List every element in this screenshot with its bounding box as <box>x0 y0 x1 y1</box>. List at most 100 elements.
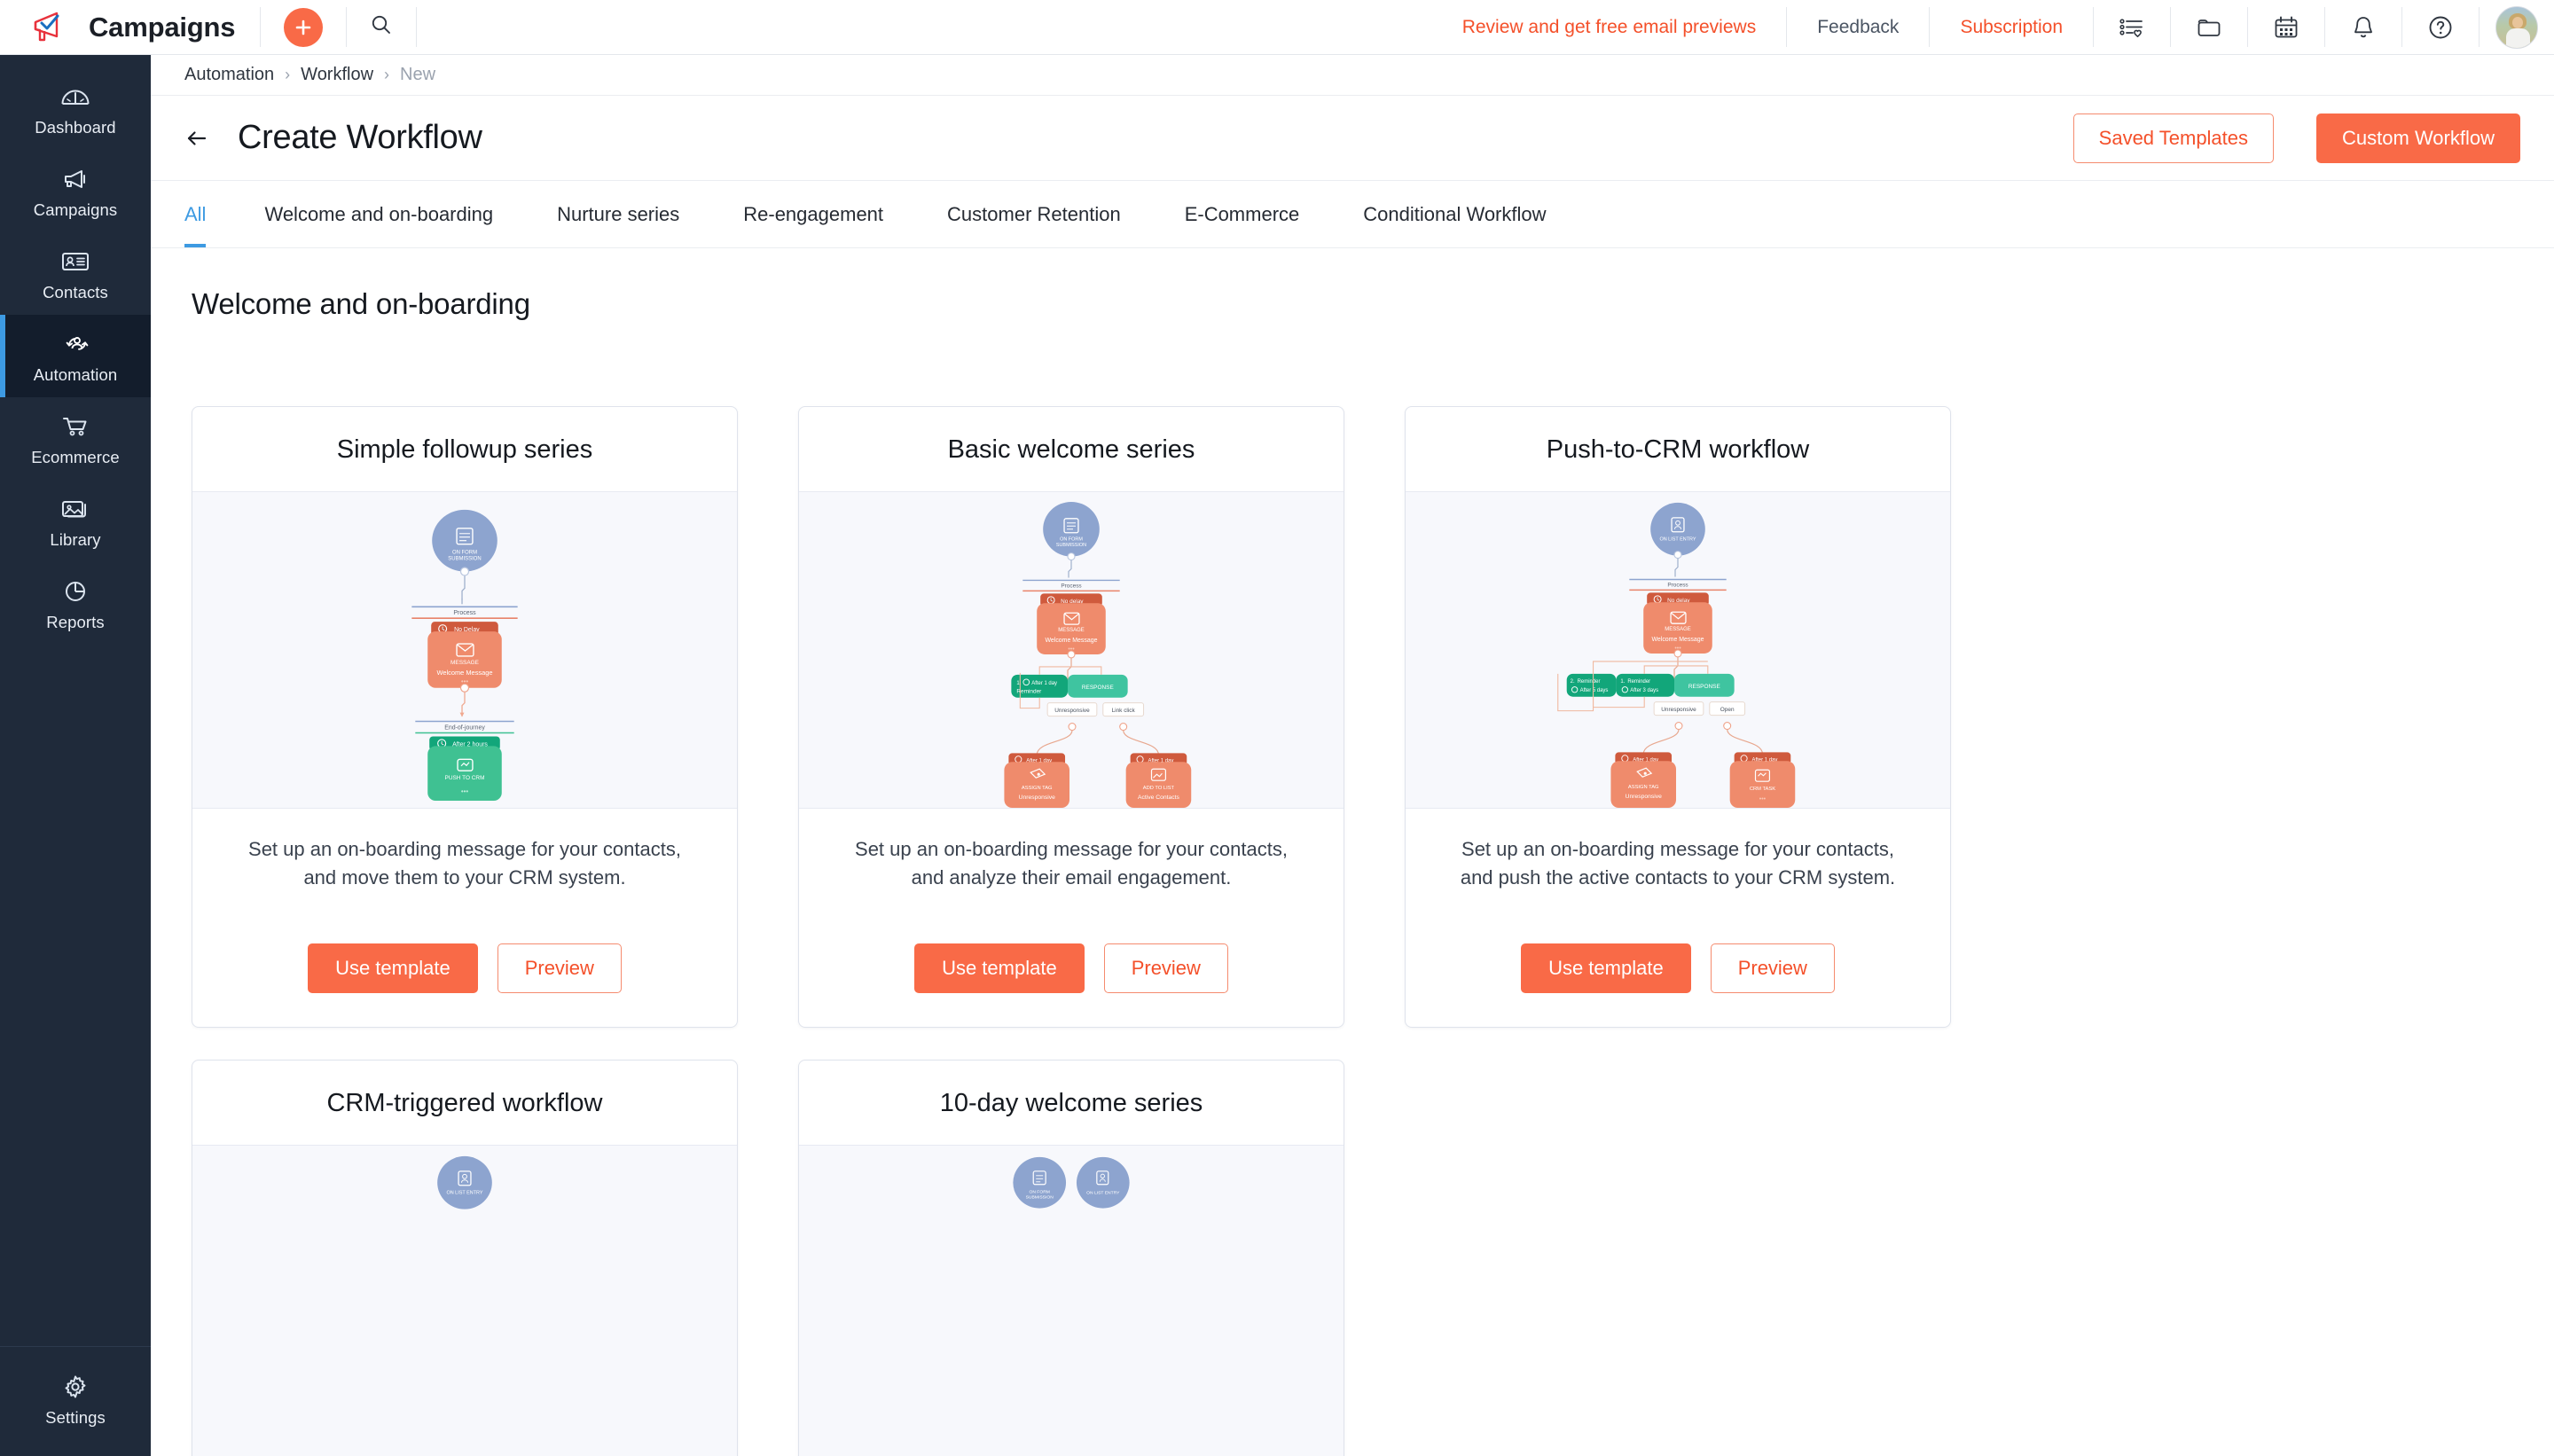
template-card-actions: Use template Preview <box>1406 926 1950 1027</box>
brand[interactable]: Campaigns <box>0 0 260 54</box>
pie-chart-icon <box>60 576 90 607</box>
template-card-title: Basic welcome series <box>799 407 1344 491</box>
template-card-description: Set up an on-boarding message for your c… <box>799 809 1344 926</box>
template-card-title: CRM-triggered workflow <box>192 1061 737 1145</box>
svg-text:Unresponsive: Unresponsive <box>1661 707 1696 713</box>
preview-button[interactable]: Preview <box>497 943 622 993</box>
main-content: Automation › Workflow › New Create Workf… <box>151 55 2554 1456</box>
sidebar-item-library[interactable]: Library <box>0 480 151 562</box>
megaphone-logo-icon <box>30 10 71 45</box>
tab-e-commerce[interactable]: E-Commerce <box>1153 181 1332 247</box>
template-card[interactable]: CRM-triggered workflow ON LIST ENTRY <box>192 1060 738 1456</box>
sidebar-item-contacts[interactable]: Contacts <box>0 232 151 315</box>
svg-text:RESPONSE: RESPONSE <box>1082 685 1115 691</box>
svg-text:After 3 days: After 3 days <box>1630 688 1658 693</box>
megaphone-icon <box>60 164 90 194</box>
template-card-actions: Use template Preview <box>192 926 737 1027</box>
svg-text:Open: Open <box>1720 707 1735 713</box>
svg-text:ON FORM: ON FORM <box>1029 1190 1049 1195</box>
workflow-diagram-preview: ON FORM SUBMISSION Process <box>192 491 737 809</box>
plus-icon[interactable] <box>284 8 323 47</box>
svg-text:ASSIGN TAG: ASSIGN TAG <box>1628 785 1659 790</box>
favorites-list-icon[interactable] <box>2094 0 2170 54</box>
sidebar-item-ecommerce[interactable]: Ecommerce <box>0 397 151 480</box>
automation-icon <box>60 329 90 359</box>
search-icon[interactable] <box>370 13 393 41</box>
template-card[interactable]: Push-to-CRM workflow ON LIST ENTRY <box>1405 406 1951 1028</box>
bell-icon[interactable] <box>2325 0 2401 54</box>
template-card-grid: Simple followup series ON FORM SUBMISSIO… <box>184 321 2520 1456</box>
template-card[interactable]: 10-day welcome series ON FORM SUBMISSION <box>798 1060 1344 1456</box>
template-card-description: Set up an on-boarding message for your c… <box>192 809 737 926</box>
gear-icon <box>62 1372 89 1402</box>
svg-text:ADD TO LIST: ADD TO LIST <box>1143 786 1175 791</box>
svg-text:ON LIST ENTRY: ON LIST ENTRY <box>1659 537 1696 543</box>
svg-text:Process: Process <box>1061 583 1081 589</box>
svg-text:RESPONSE: RESPONSE <box>1688 684 1721 690</box>
template-card-actions: Use template Preview <box>799 926 1344 1027</box>
search-button[interactable] <box>347 0 416 54</box>
subscription-link[interactable]: Subscription <box>1930 0 2093 54</box>
template-card-description: Set up an on-boarding message for your c… <box>1406 809 1950 926</box>
help-icon[interactable] <box>2402 0 2479 54</box>
sidebar-item-settings[interactable]: Settings <box>0 1358 151 1440</box>
use-template-button[interactable]: Use template <box>308 943 478 993</box>
svg-text:ON LIST ENTRY: ON LIST ENTRY <box>446 1191 482 1196</box>
calendar-icon[interactable] <box>2248 0 2324 54</box>
svg-text:ON FORM: ON FORM <box>452 551 477 556</box>
svg-text:Process: Process <box>1667 582 1688 588</box>
avatar-image <box>2495 6 2538 49</box>
feedback-link[interactable]: Feedback <box>1787 0 1929 54</box>
breadcrumb-item-new: New <box>400 65 435 85</box>
sidebar-item-reports[interactable]: Reports <box>0 562 151 645</box>
template-card[interactable]: Simple followup series ON FORM SUBMISSIO… <box>192 406 738 1028</box>
svg-text:Unresponsive: Unresponsive <box>1054 708 1090 714</box>
tab-customer-retention[interactable]: Customer Retention <box>915 181 1153 247</box>
top-header: Campaigns Review and get free email prev… <box>0 0 2554 55</box>
section-title: Welcome and on-boarding <box>184 248 2520 321</box>
use-template-button[interactable]: Use template <box>914 943 1085 993</box>
svg-text:ON LIST ENTRY: ON LIST ENTRY <box>1086 1191 1120 1196</box>
breadcrumb-item-automation[interactable]: Automation <box>184 65 274 85</box>
sidebar-item-label: Settings <box>45 1408 106 1428</box>
workflow-diagram-preview: ON LIST ENTRY <box>192 1145 737 1456</box>
tab-re-engagement[interactable]: Re-engagement <box>711 181 915 247</box>
svg-text:Reminder: Reminder <box>1578 679 1601 685</box>
preview-button[interactable]: Preview <box>1711 943 1835 993</box>
svg-text:Active Contacts: Active Contacts <box>1138 795 1180 801</box>
preview-button[interactable]: Preview <box>1104 943 1228 993</box>
template-card-title: Simple followup series <box>192 407 737 491</box>
svg-text:MESSAGE: MESSAGE <box>450 660 480 666</box>
svg-text:CRM TASK: CRM TASK <box>1750 787 1775 792</box>
svg-text:Unresponsive: Unresponsive <box>1626 794 1663 800</box>
custom-workflow-button[interactable]: Custom Workflow <box>2316 114 2520 163</box>
svg-text:After 5 days: After 5 days <box>1580 688 1609 693</box>
avatar[interactable] <box>2480 0 2554 54</box>
sidebar-item-label: Ecommerce <box>31 448 120 467</box>
svg-text:After 1 day: After 1 day <box>1031 681 1057 686</box>
arrow-left-icon[interactable] <box>177 119 216 158</box>
contact-card-icon <box>60 247 90 277</box>
tab-nurture-series[interactable]: Nurture series <box>525 181 711 247</box>
breadcrumb-item-workflow[interactable]: Workflow <box>301 65 373 85</box>
sidebar-item-label: Campaigns <box>34 200 117 220</box>
use-template-button[interactable]: Use template <box>1521 943 1691 993</box>
saved-templates-button[interactable]: Saved Templates <box>2073 114 2274 163</box>
svg-text:ASSIGN TAG: ASSIGN TAG <box>1022 786 1053 791</box>
sidebar-item-automation[interactable]: Automation <box>0 315 151 397</box>
sidebar-item-dashboard[interactable]: Dashboard <box>0 67 151 150</box>
workflow-diagram-preview: ON LIST ENTRY Process No delay <box>1406 491 1950 809</box>
svg-text:MESSAGE: MESSAGE <box>1665 627 1690 632</box>
svg-text:MESSAGE: MESSAGE <box>1058 628 1084 633</box>
email-preview-promo-link[interactable]: Review and get free email previews <box>1432 0 1787 54</box>
svg-text:Welcome Message: Welcome Message <box>1046 638 1098 644</box>
folder-icon[interactable] <box>2171 0 2247 54</box>
add-button[interactable] <box>261 0 346 54</box>
breadcrumb-separator: › <box>384 66 389 84</box>
tab-conditional-workflow[interactable]: Conditional Workflow <box>1331 181 1578 247</box>
tab-all[interactable]: All <box>184 181 232 247</box>
sidebar-item-campaigns[interactable]: Campaigns <box>0 150 151 232</box>
sidebar: Dashboard Campaigns Contacts <box>0 55 151 1456</box>
tab-welcome-and-on-boarding[interactable]: Welcome and on-boarding <box>232 181 525 247</box>
template-card[interactable]: Basic welcome series ON FORM SUBMISSION <box>798 406 1344 1028</box>
